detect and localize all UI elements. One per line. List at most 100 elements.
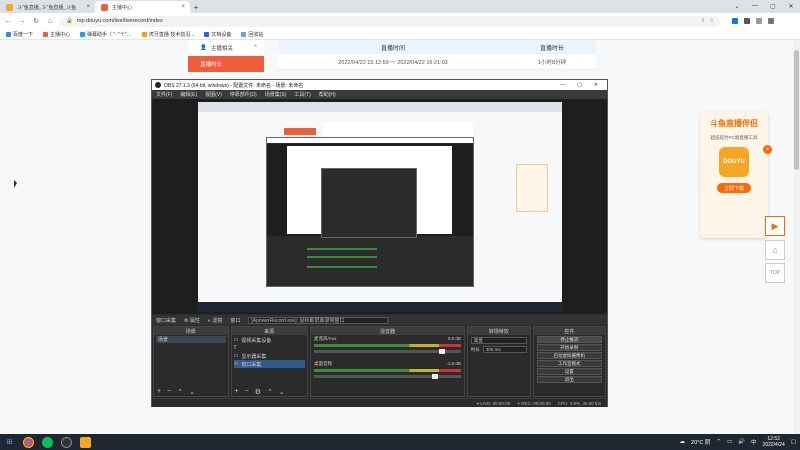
menu-help[interactable]: 帮助(H): [319, 91, 336, 98]
menu-tools[interactable]: 工具(T): [294, 91, 310, 98]
play-icon[interactable]: ▶: [765, 216, 785, 236]
volume-slider[interactable]: [313, 349, 461, 354]
remove-icon[interactable]: −: [245, 388, 249, 395]
bookmark-item[interactable]: 主播中心: [43, 31, 70, 38]
url-input[interactable]: 🔒 mp.douyu.com/live/liverecord/index ⇪ ☆: [60, 15, 720, 27]
back-icon[interactable]: ←: [4, 18, 12, 25]
menu-item-live-duration[interactable]: 直播时长: [188, 56, 264, 72]
menu-dots-icon[interactable]: [768, 18, 774, 24]
close-window-icon[interactable]: ✕: [782, 0, 800, 12]
close-window-icon[interactable]: ✕: [594, 82, 598, 88]
maximize-icon[interactable]: ▢: [764, 0, 782, 12]
source-item[interactable]: T: [234, 344, 305, 352]
up-icon[interactable]: ⌃: [267, 388, 273, 396]
live-record-table: 直播时间 直播时长 2022/04/22 15:12:59 ～ 2022/04/…: [278, 40, 596, 70]
rec-status: ● REC: 00:00:00: [517, 400, 551, 406]
tray-arrow-icon[interactable]: ⌃: [716, 439, 721, 445]
doc-icon: [204, 31, 210, 37]
notification-icon[interactable]: ▢: [791, 439, 796, 445]
douyu-app-icon[interactable]: [80, 436, 91, 448]
remove-icon[interactable]: −: [167, 388, 171, 395]
wechat-icon[interactable]: [42, 436, 53, 448]
bookmark-item[interactable]: 百度一下: [6, 31, 33, 38]
bookmark-item[interactable]: 虎牙直播 技术前沿...: [141, 31, 194, 38]
weather-text[interactable]: 20°C 阴: [691, 438, 710, 446]
window-select[interactable]: [ApowerRecord.exe]: 鼠标即屏幕录制窗口: [248, 316, 389, 324]
chevron-down-icon[interactable]: ⌄: [728, 0, 746, 12]
up-icon[interactable]: ⌃: [177, 388, 183, 396]
exit-button[interactable]: 退出: [536, 376, 602, 383]
network-icon[interactable]: ▭: [727, 439, 732, 445]
mouse-cursor-icon: [14, 180, 17, 188]
close-icon[interactable]: ×: [181, 4, 185, 10]
menu-edit[interactable]: 编辑(E): [180, 91, 197, 98]
promo-card[interactable]: 斗鱼直播伴侣 超低延时PC端直播工具 DOUYU 立即下载: [700, 112, 768, 238]
chrome-icon[interactable]: [23, 436, 34, 448]
windows-taskbar: ⊞ ☁ 20°C 阴 ⌃ ▭ 🔊 中 12:52 2022/4/24 ▢: [0, 434, 800, 450]
source-item[interactable]: ▭ 显示器采集: [234, 352, 305, 360]
add-icon[interactable]: +: [157, 388, 161, 395]
home-icon[interactable]: ⌂: [46, 18, 54, 25]
controls-dock: 控件 停止推流 开始录制 启动虚拟摄像机 工作室模式 设置 退出: [532, 326, 606, 397]
minimize-icon[interactable]: —: [746, 0, 764, 12]
download-button[interactable]: 立即下载: [717, 183, 751, 193]
menu-file[interactable]: 文件(F): [156, 91, 172, 98]
menu-scene-collection[interactable]: 场景集(S): [265, 91, 287, 98]
filters-button[interactable]: ◐ 滤镜: [208, 317, 222, 324]
obs-app-icon[interactable]: [61, 436, 72, 448]
forward-icon[interactable]: →: [18, 18, 26, 25]
menu-item-anchor[interactable]: 👤 主播相关 ⌃: [188, 40, 264, 56]
extension-icon[interactable]: [732, 18, 738, 24]
stop-streaming-button[interactable]: 停止推流: [536, 336, 602, 343]
new-tab-button[interactable]: +: [190, 1, 202, 13]
browser-tab-anchor-center[interactable]: 主播中心 ×: [95, 1, 190, 13]
volume-meter: [313, 344, 461, 347]
maximize-icon[interactable]: ▢: [577, 82, 582, 88]
sources-dock: 来源 ▭ 视频采集设备 T ▭ 显示器采集 ▭ 窗口采集 + − ⚙ ⌃ ⌄: [230, 326, 308, 397]
puzzle-icon[interactable]: [744, 18, 750, 24]
gear-icon[interactable]: ⚙: [255, 388, 261, 396]
source-item[interactable]: ▭ 视频采集设备: [234, 336, 305, 344]
menu-view[interactable]: 视图(V): [205, 91, 222, 98]
settings-button[interactable]: 设置: [536, 368, 602, 375]
source-item[interactable]: ▭ 窗口采集: [233, 360, 305, 368]
properties-button[interactable]: ⚙ 属性: [184, 317, 200, 324]
volume-slider[interactable]: [313, 374, 461, 379]
table-header: 直播时间 直播时长: [278, 40, 596, 54]
minimize-icon[interactable]: —: [560, 82, 565, 88]
weather-icon[interactable]: ☁: [680, 439, 686, 445]
duration-input[interactable]: 300 ms: [482, 346, 527, 353]
obs-preview[interactable]: [152, 99, 607, 314]
menu-docks[interactable]: 停靠部件(D): [230, 91, 257, 98]
down-icon[interactable]: ⌄: [189, 388, 195, 396]
transition-select[interactable]: 渐变: [470, 337, 527, 344]
bookmark-item[interactable]: 回收站: [241, 31, 263, 38]
studio-mode-button[interactable]: 工作室模式: [536, 360, 602, 367]
camera-icon: ▭: [233, 337, 239, 343]
browser-tab-douyu[interactable]: 斗"鱼直播_斗"鱼直播_斗鱼 ×: [0, 1, 95, 13]
add-icon[interactable]: +: [235, 388, 239, 395]
back-to-top-icon[interactable]: TOP: [765, 263, 785, 283]
obs-docks: 场景 场景 + − ⌃ ⌄ 来源 ▭ 视频采集设备 T ▭ 显示器采集 ▭ 窗口采集 + − ⚙…: [152, 326, 607, 397]
star-icon[interactable]: ☆: [709, 18, 714, 24]
clock[interactable]: 12:52 2022/4/24: [763, 436, 785, 448]
input-language[interactable]: 中: [751, 438, 757, 446]
close-icon[interactable]: ×: [763, 145, 772, 154]
chevron-up-icon: ⌃: [253, 45, 258, 51]
bookmark-item[interactable]: 弹幕助手（ "· "个"…: [80, 31, 132, 38]
profile-icon[interactable]: [756, 18, 762, 24]
bookmark-item[interactable]: 文档设备: [204, 31, 231, 38]
volume-icon[interactable]: 🔊: [738, 439, 745, 445]
dock-title: 转场特效: [467, 327, 530, 335]
home-icon[interactable]: ⌂: [765, 240, 785, 260]
share-icon[interactable]: ⇪: [700, 18, 705, 24]
windows-start-icon[interactable]: ⊞: [4, 437, 15, 448]
nested-taskbar: [198, 302, 562, 312]
close-icon[interactable]: ×: [86, 4, 90, 10]
virtual-camera-button[interactable]: 启动虚拟摄像机: [536, 352, 602, 359]
start-recording-button[interactable]: 开始录制: [536, 344, 602, 351]
down-icon[interactable]: ⌄: [279, 388, 285, 396]
reload-icon[interactable]: ↻: [32, 17, 40, 25]
scene-item[interactable]: 场景: [156, 336, 226, 343]
scrollbar-thumb[interactable]: [794, 50, 799, 170]
